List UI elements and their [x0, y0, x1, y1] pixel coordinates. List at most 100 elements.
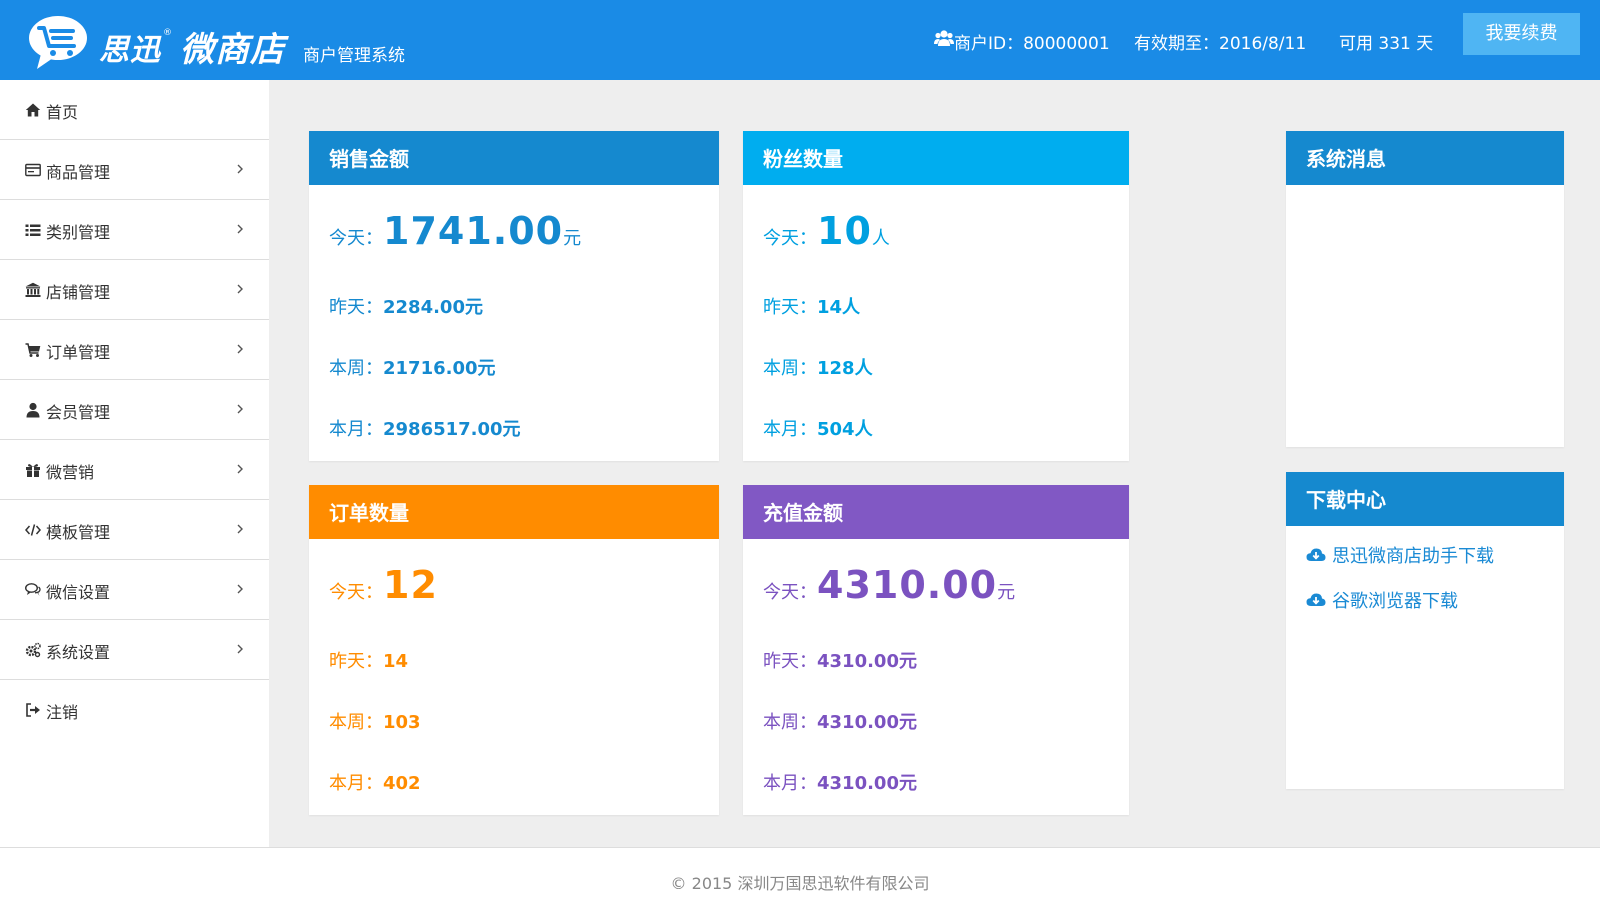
sidebar-item-label: 会员管理 [46, 403, 111, 422]
sidebar-item-templates[interactable]: 模板管理 [0, 500, 269, 560]
week-stat: 本周：21716.00元 [329, 354, 496, 380]
today-label: 今天： [329, 228, 383, 249]
chat-icon [25, 583, 41, 596]
chevron-right-icon [237, 344, 243, 354]
today-label: 今天： [329, 582, 383, 603]
week-value: 128人 [817, 358, 873, 379]
sidebar-item-settings[interactable]: 系统设置 [0, 620, 269, 680]
sidebar-item-home[interactable]: 首页 [0, 80, 269, 140]
recharge-card: 充值金额 今天：4310.00元 昨天：4310.00元 本周：4310.00元… [743, 485, 1129, 815]
chevron-right-icon [237, 404, 243, 414]
sidebar-item-label: 商品管理 [46, 163, 111, 182]
bank-icon [25, 282, 41, 297]
month-stat: 本月：4310.00元 [763, 769, 917, 795]
month-stat: 本月：504人 [763, 415, 873, 441]
sidebar-item-store[interactable]: 店铺管理 [0, 260, 269, 320]
sidebar-item-marketing[interactable]: 微营销 [0, 440, 269, 500]
sidebar-item-orders[interactable]: 订单管理 [0, 320, 269, 380]
brand-name-siXun: 思迅 [99, 33, 161, 68]
sidebar-item-label: 订单管理 [46, 343, 111, 362]
week-label: 本周： [763, 358, 817, 379]
week-label: 本周： [329, 712, 383, 733]
chevron-right-icon [237, 584, 243, 594]
week-label: 本周： [763, 712, 817, 733]
download-link-label: 思迅微商店助手下载 [1332, 546, 1494, 567]
home-icon [25, 103, 41, 117]
yesterday-stat: 昨天：14 [329, 647, 408, 673]
chevron-right-icon [237, 644, 243, 654]
chevron-right-icon [237, 284, 243, 294]
month-value: 2986517.00元 [383, 419, 521, 440]
system-messages-panel: 系统消息 [1286, 131, 1564, 447]
logo-icon [29, 16, 87, 69]
sidebar-item-label: 微营销 [46, 463, 95, 482]
yesterday-label: 昨天： [329, 651, 383, 672]
product-card-icon [25, 163, 41, 177]
week-value: 21716.00元 [383, 358, 496, 379]
sidebar-item-members[interactable]: 会员管理 [0, 380, 269, 440]
week-stat: 本周：4310.00元 [763, 708, 917, 734]
yesterday-label: 昨天： [329, 297, 383, 318]
sidebar-nav: 首页 商品管理 类别管理 店铺管理 订单管理 会员管理 微营销 模板管理 微信设… [0, 80, 269, 847]
yesterday-value: 4310.00元 [817, 651, 917, 672]
users-icon [934, 30, 954, 46]
week-label: 本周： [329, 358, 383, 379]
download-link-assistant[interactable]: 思迅微商店助手下载 [1306, 542, 1494, 568]
yesterday-stat: 昨天：2284.00元 [329, 293, 483, 319]
card-title: 订单数量 [309, 485, 719, 539]
today-unit: 人 [871, 228, 890, 249]
month-label: 本月： [763, 419, 817, 440]
yesterday-value: 2284.00元 [383, 297, 483, 318]
top-header: 思迅 ® 微商店 商户管理系统 商户ID：80000001 有效期至：2016/… [0, 0, 1600, 80]
logout-icon [26, 703, 40, 717]
panel-title: 系统消息 [1286, 131, 1564, 185]
yesterday-label: 昨天： [763, 651, 817, 672]
download-link-chrome[interactable]: 谷歌浏览器下载 [1306, 587, 1458, 613]
sidebar-item-label: 注销 [46, 703, 79, 722]
chevron-right-icon [237, 164, 243, 174]
month-stat: 本月：402 [329, 769, 421, 795]
yesterday-stat: 昨天：14人 [763, 293, 860, 319]
card-title: 销售金额 [309, 131, 719, 185]
today-stat: 今天：10人 [763, 209, 890, 253]
sidebar-item-wechat[interactable]: 微信设置 [0, 560, 269, 620]
gears-icon [25, 642, 41, 658]
cloud-download-icon [1306, 593, 1326, 606]
chevron-right-icon [237, 524, 243, 534]
today-label: 今天： [763, 228, 817, 249]
month-label: 本月： [329, 419, 383, 440]
today-value: 10 [817, 209, 872, 253]
month-value: 402 [383, 773, 421, 794]
today-unit: 元 [563, 228, 582, 249]
dashboard-content: 销售金额 今天：1741.00元 昨天：2284.00元 本周：21716.00… [269, 80, 1600, 847]
card-title: 粉丝数量 [743, 131, 1129, 185]
today-value: 1741.00 [383, 209, 564, 253]
renew-button[interactable]: 我要续费 [1463, 13, 1580, 55]
today-stat: 今天：1741.00元 [329, 209, 581, 253]
chevron-right-icon [237, 464, 243, 474]
sidebar-item-label: 微信设置 [46, 583, 111, 602]
sidebar-item-label: 首页 [46, 103, 79, 122]
orders-card: 订单数量 今天：12 昨天：14 本周：103 本月：402 [309, 485, 719, 815]
fans-card: 粉丝数量 今天：10人 昨天：14人 本周：128人 本月：504人 [743, 131, 1129, 461]
yesterday-value: 14 [383, 651, 409, 672]
sales-card: 销售金额 今天：1741.00元 昨天：2284.00元 本周：21716.00… [309, 131, 719, 461]
gift-icon [26, 464, 40, 477]
week-value: 103 [383, 712, 421, 733]
copyright-text: © 2015 深圳万国思迅软件有限公司 [670, 874, 930, 893]
sidebar-item-logout[interactable]: 注销 [0, 680, 269, 740]
today-stat: 今天：12 [329, 563, 438, 607]
sidebar-item-label: 模板管理 [46, 523, 111, 542]
month-value: 504人 [817, 419, 873, 440]
month-stat: 本月：2986517.00元 [329, 415, 521, 441]
cloud-download-icon [1306, 548, 1326, 561]
week-stat: 本周：128人 [763, 354, 873, 380]
sidebar-item-products[interactable]: 商品管理 [0, 140, 269, 200]
week-value: 4310.00元 [817, 712, 917, 733]
today-unit: 元 [997, 582, 1016, 603]
sidebar-item-categories[interactable]: 类别管理 [0, 200, 269, 260]
month-label: 本月： [763, 773, 817, 794]
sidebar-item-label: 类别管理 [46, 223, 111, 242]
sidebar-item-label: 店铺管理 [46, 283, 111, 302]
valid-until: 有效期至：2016/8/11 [1134, 34, 1307, 54]
